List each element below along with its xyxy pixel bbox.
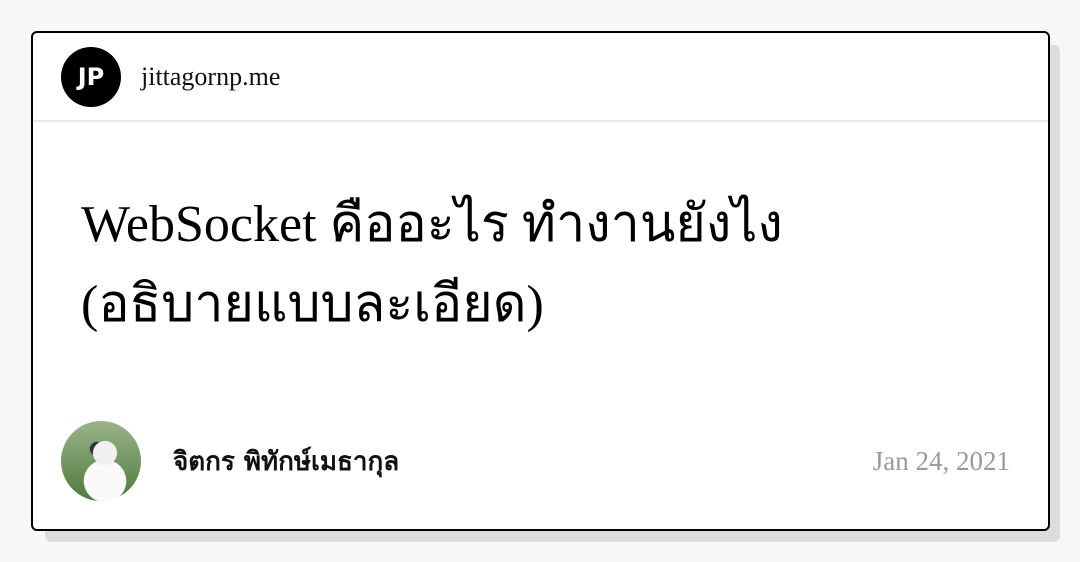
publish-date: Jan 24, 2021 — [872, 445, 1010, 476]
article-card[interactable]: JP jittagornp.me WebSocket คืออะไร ทำงาน… — [31, 31, 1050, 531]
site-name[interactable]: jittagornp.me — [141, 62, 280, 92]
card-header: JP jittagornp.me — [33, 33, 1048, 122]
site-logo[interactable]: JP — [61, 46, 121, 107]
card-footer: จิตกร พิทักษ์เมธากุล Jan 24, 2021 — [61, 421, 1010, 501]
author-avatar — [61, 421, 141, 501]
article-title[interactable]: WebSocket คืออะไร ทำงานยังไง (อธิบายแบบล… — [81, 185, 961, 345]
title-line-1: WebSocket คืออะไร ทำงานยังไง — [81, 196, 783, 253]
author-name: จิตกร พิทักษ์เมธากุล — [173, 446, 400, 477]
title-line-2: (อธิบายแบบละเอียด) — [81, 276, 544, 333]
